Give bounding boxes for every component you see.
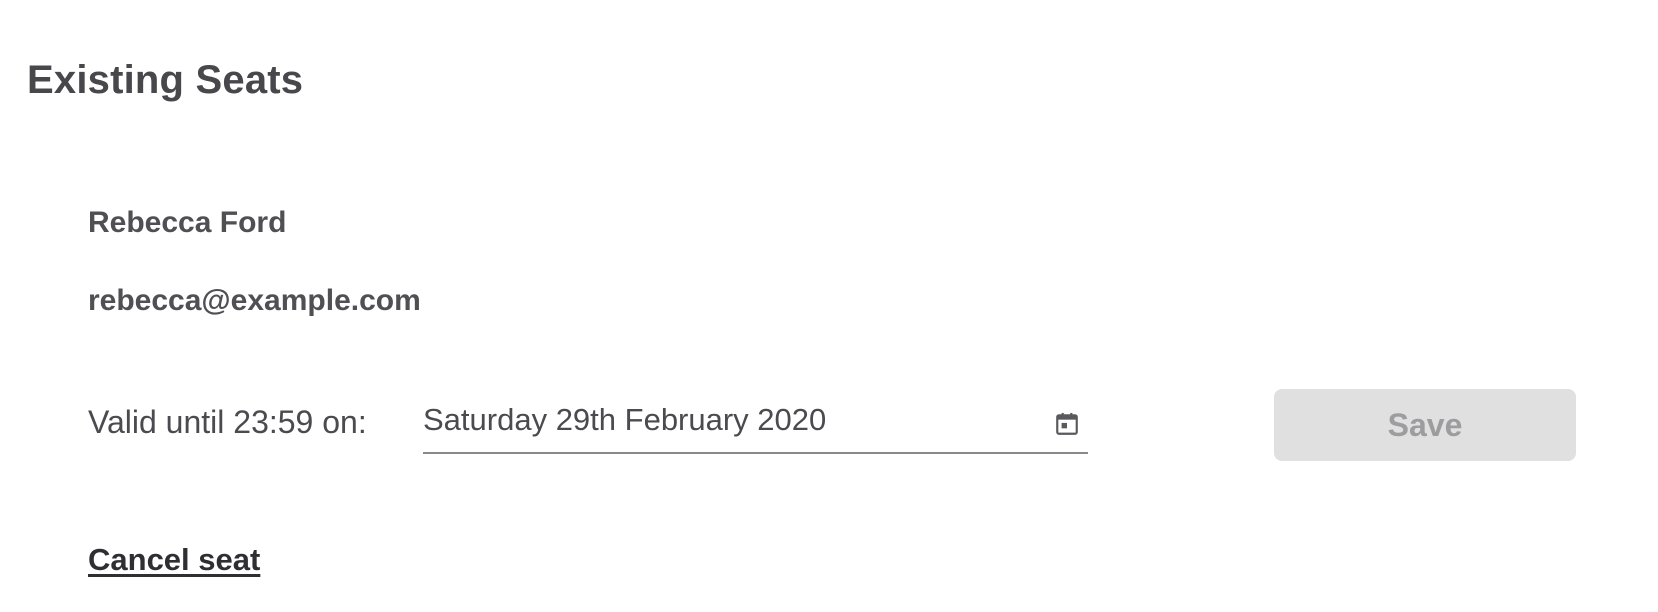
seat-holder-name: Rebecca Ford (88, 206, 287, 239)
seat-holder-email: rebecca@example.com (88, 284, 421, 317)
cancel-seat-link[interactable]: Cancel seat (88, 542, 260, 578)
seat-card: Rebecca Ford rebecca@example.com Valid u… (88, 0, 1588, 612)
calendar-icon[interactable] (1054, 410, 1080, 438)
save-button[interactable]: Save (1274, 389, 1576, 461)
existing-seats-page: Existing Seats Rebecca Ford rebecca@exam… (0, 0, 1658, 612)
valid-date-value: Saturday 29th February 2020 (423, 402, 827, 437)
valid-until-label: Valid until 23:59 on: (88, 404, 367, 440)
valid-date-field[interactable]: Saturday 29th February 2020 (423, 392, 1088, 454)
